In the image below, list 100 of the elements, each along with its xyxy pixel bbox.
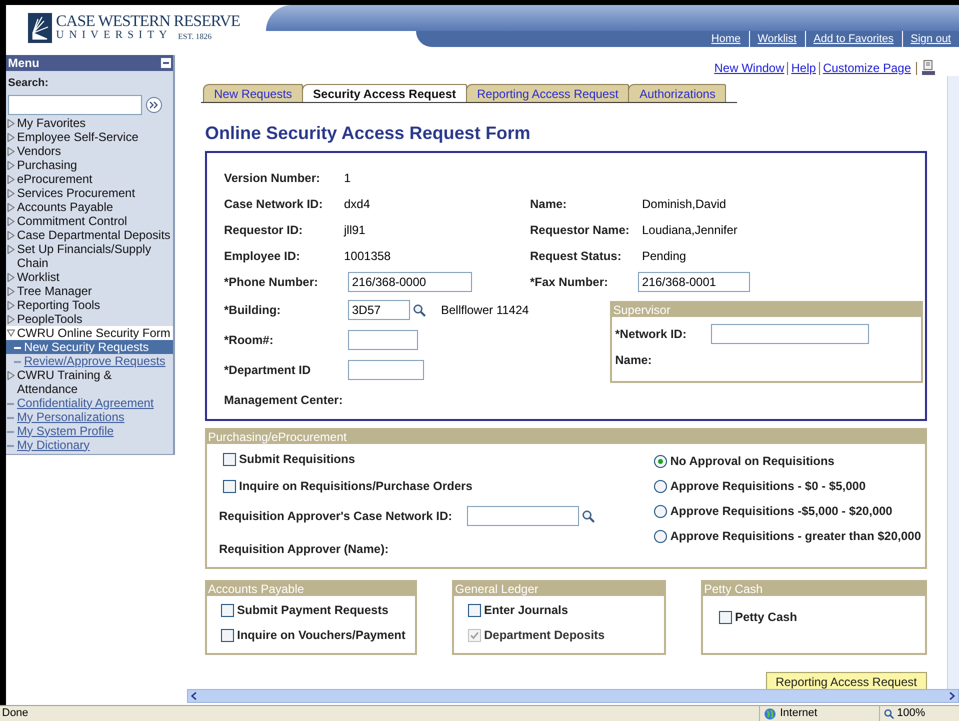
menu-item[interactable]: Worklist (6, 270, 173, 284)
menu-item[interactable]: My Favorites (6, 116, 173, 130)
checkbox[interactable] (221, 604, 234, 616)
input-field[interactable] (348, 360, 424, 380)
menu-item[interactable]: Vendors (6, 144, 173, 158)
menu-item[interactable]: CWRU Online Security Form (6, 326, 173, 340)
radio-label: Approve Requisitions - $0 - $5,000 (670, 478, 866, 495)
menu-item[interactable]: My Personalizations (6, 410, 173, 424)
radio-button[interactable] (654, 504, 668, 518)
field-label: Name: (615, 352, 653, 369)
vertical-scrollbar[interactable] (947, 76, 959, 689)
checkbox[interactable] (468, 604, 481, 616)
menu-item[interactable]: eProcurement (6, 172, 173, 186)
caret-right-icon (7, 370, 15, 380)
radio-label: Approve Requisitions - greater than $20,000 (670, 528, 921, 545)
checkbox-label: Enter Journals (484, 602, 568, 619)
group-title: Supervisor (612, 303, 921, 317)
radio-button[interactable] (654, 454, 668, 468)
checkbox-label: Department Deposits (484, 627, 605, 644)
radio-label: Approve Requisitions -$5,000 - $20,000 (670, 503, 892, 520)
field-value: 1001358 (344, 248, 391, 265)
checkbox-label: Submit Requisitions (239, 451, 356, 468)
http-page-icon[interactable] (922, 60, 935, 76)
field-description: Bellflower 11424 (441, 302, 529, 319)
menu-item[interactable]: My System Profile (6, 424, 173, 438)
menu-item[interactable]: Case Departmental Deposits (6, 228, 173, 242)
checkbox[interactable] (223, 480, 236, 492)
tab[interactable]: New Requests (203, 84, 304, 102)
menu-item[interactable]: Review/Approve Requests (6, 354, 173, 368)
checkbox[interactable] (223, 452, 236, 466)
group-title: Accounts Payable (207, 582, 415, 596)
field-label: Name: (530, 196, 568, 213)
menu-item[interactable]: Reporting Tools (6, 298, 173, 312)
menu-title: Menu (8, 55, 40, 72)
page-link[interactable]: Help (791, 59, 816, 77)
checkbox-label: Inquire on Vouchers/Payment (237, 627, 406, 644)
input-field[interactable]: 3D57 (348, 300, 410, 320)
menu-item[interactable]: Accounts Payable (6, 200, 173, 214)
search-icon[interactable] (582, 510, 595, 522)
go-icon[interactable] (146, 96, 162, 112)
radio-label: No Approval on Requisitions (670, 453, 834, 470)
field-value: Pending (642, 248, 686, 265)
search-field[interactable] (8, 94, 142, 114)
tab[interactable]: Reporting Access Request (466, 84, 630, 102)
menu-item[interactable]: Set Up Financials/Supply Chain (6, 242, 173, 270)
menu-item[interactable]: New Security Requests (6, 340, 173, 354)
menu-item[interactable]: My Dictionary (6, 438, 173, 452)
field-label: *Fax Number: (530, 274, 610, 291)
field-label: *Phone Number: (224, 274, 320, 291)
field-label: *Department ID (224, 362, 312, 379)
input-field[interactable]: 216/368-0001 (638, 272, 750, 292)
page-link[interactable]: Customize Page (822, 59, 911, 77)
field-label: Case Network ID: (224, 196, 324, 213)
menu-item[interactable]: CWRU Training & Attendance (6, 368, 173, 396)
header-link[interactable]: Add to Favorites (804, 30, 902, 48)
checkbox[interactable] (719, 610, 732, 624)
scroll-left-icon[interactable] (191, 692, 197, 700)
radio-button[interactable] (654, 480, 668, 492)
checkbox[interactable] (221, 628, 234, 642)
input-field[interactable] (348, 330, 418, 350)
radio-button[interactable] (654, 530, 668, 542)
scroll-right-icon[interactable] (949, 692, 955, 700)
status-text: Done (1, 706, 30, 721)
field-value: Loudiana,Jennifer (642, 222, 738, 239)
field-label: Requisition Approver (Name): (219, 541, 390, 558)
menu-item[interactable]: Tree Manager (6, 284, 173, 298)
menu-item[interactable]: PeopleTools (6, 312, 173, 326)
menu-item[interactable]: Purchasing (6, 158, 173, 172)
security-zone: Internet (780, 706, 818, 721)
tab[interactable]: Authorizations (628, 84, 726, 102)
tab[interactable]: Security Access Request (302, 84, 468, 102)
input-field[interactable]: 216/368-0000 (348, 272, 472, 292)
menu-item[interactable]: Services Procurement (6, 186, 173, 200)
menu-item[interactable]: Commitment Control (6, 214, 173, 228)
menu-item[interactable]: Confidentiality Agreement (6, 396, 173, 410)
header-link[interactable]: Worklist (748, 30, 805, 48)
zoom-icon[interactable] (884, 708, 894, 718)
input-field[interactable] (467, 506, 579, 526)
sunburst-emblem-icon (28, 12, 52, 42)
field-label: Requestor Name: (530, 222, 630, 239)
caret-down-icon (7, 328, 15, 338)
form-title: Online Security Access Request Form (205, 122, 532, 145)
field-label: Management Center: (224, 392, 344, 409)
header-link[interactable]: Sign out (902, 30, 959, 48)
dash-icon (14, 360, 21, 362)
search-label: Search: (7, 76, 50, 91)
checkbox-label: Petty Cash (735, 609, 798, 626)
menu-item[interactable]: Employee Self-Service (6, 130, 173, 144)
logo-established: EST. 1826 (178, 33, 212, 41)
collapse-icon[interactable] (161, 58, 171, 68)
input-field[interactable] (711, 324, 870, 344)
field-label: Version Number: (224, 170, 322, 187)
globe-icon (764, 708, 776, 720)
horizontal-scrollbar[interactable] (187, 689, 959, 703)
page-link[interactable]: New Window (714, 59, 784, 77)
field-label: Request Status: (530, 248, 622, 265)
header-link[interactable]: Home (703, 30, 749, 48)
zoom-level[interactable]: 100% (897, 705, 926, 721)
group-title: Purchasing/eProcurement (207, 430, 925, 444)
search-icon[interactable] (413, 304, 426, 316)
